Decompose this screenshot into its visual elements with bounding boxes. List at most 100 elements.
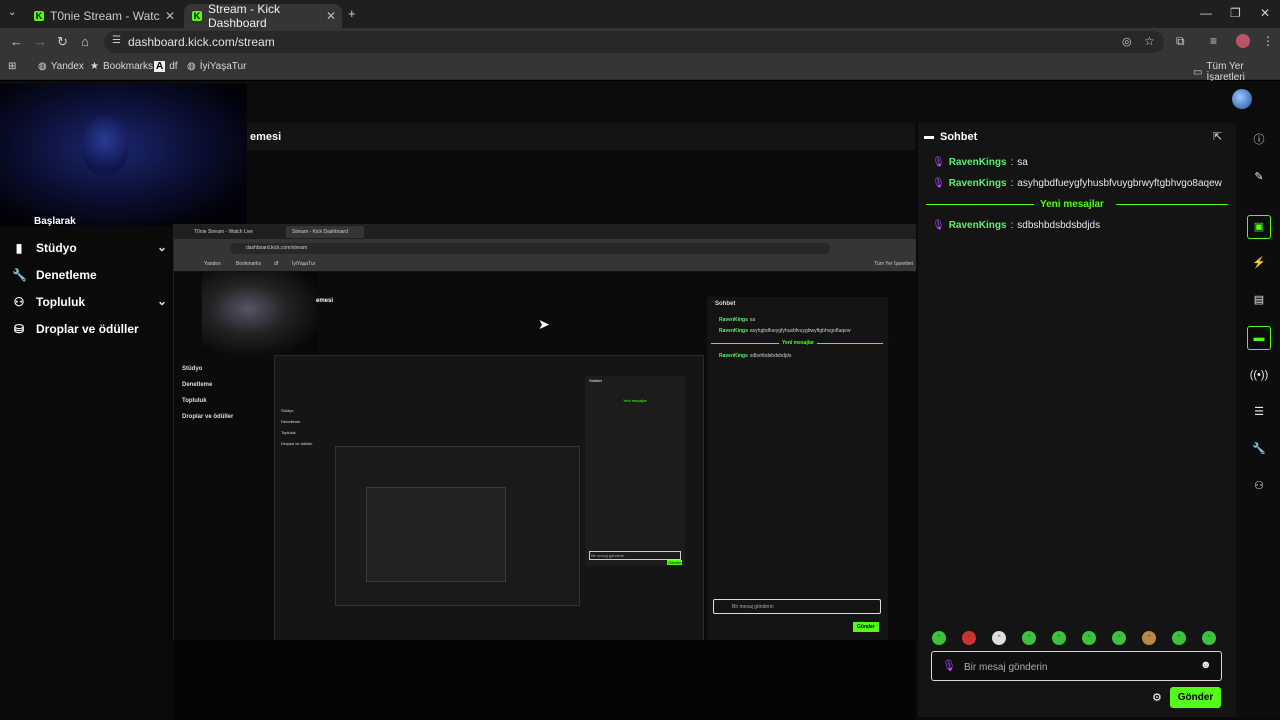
preview-username: RavenKings xyxy=(719,353,748,359)
bookmark-bookmarks[interactable]: ★ Bookmarks xyxy=(90,61,153,72)
profile-avatar[interactable] xyxy=(1236,34,1250,48)
tab-watch-live[interactable]: K T0nie Stream - Watch Live ✕ xyxy=(26,4,181,28)
preview-username: RavenKings xyxy=(719,328,748,334)
back-icon[interactable]: ← xyxy=(10,34,23,49)
kick-favicon-icon: K xyxy=(192,11,202,21)
page-title: emesi xyxy=(250,131,282,143)
chat-toggle-icon[interactable]: ▬ xyxy=(1247,326,1271,350)
preview-address-bar: dashboard.kick.com/stream xyxy=(230,243,830,254)
chevron-down-icon[interactable]: ⌄ xyxy=(157,294,167,308)
kick-favicon-icon: K xyxy=(34,11,44,21)
close-window-icon[interactable]: ✕ xyxy=(1260,6,1270,20)
maximize-icon[interactable]: ❐ xyxy=(1230,6,1241,20)
preview-chat-message: RavenKings sdbshbdsbdsbdjds xyxy=(719,353,791,359)
eye-off-icon[interactable]: ◎ xyxy=(1122,35,1132,48)
all-bookmarks[interactable]: ▭ Tüm Yer İşaretleri xyxy=(1193,61,1280,83)
emoji-icon[interactable]: ☻ xyxy=(1200,659,1212,671)
more-icon[interactable]: ⋮ xyxy=(1262,34,1274,48)
sidebar-item-community[interactable]: ⚇ Topluluk ⌄ xyxy=(12,294,167,309)
users-group-icon[interactable]: ⚇ xyxy=(1247,475,1271,499)
bookmark-iyiyasatur[interactable]: ◍ İyiYaşaTur xyxy=(187,61,246,72)
chat-username[interactable]: RavenKings xyxy=(949,157,1007,168)
bookmark-star-icon[interactable]: ☆ xyxy=(1144,34,1155,48)
close-tab-icon[interactable]: ✕ xyxy=(165,9,175,23)
chat-username[interactable]: RavenKings xyxy=(949,178,1007,189)
emote-icon[interactable]: ᵔ xyxy=(932,631,946,645)
preview-tab-1: T0nie Stream - Watch Live xyxy=(194,229,254,235)
preview-title: emesi xyxy=(316,298,334,304)
preview2-input: Bir mesaj gönderin xyxy=(589,551,681,560)
emote-icon[interactable]: ᵔ xyxy=(1082,631,1096,645)
emote-icon[interactable]: ᵔ xyxy=(1172,631,1186,645)
new-messages-divider: Yeni mesajlar xyxy=(926,199,1228,211)
stream-preview[interactable]: T0nie Stream - Watch Live Stream - Kick … xyxy=(173,224,916,645)
broadcast-icon[interactable]: ((•)) xyxy=(1247,364,1271,388)
menu-list-icon[interactable]: ≡ xyxy=(1210,34,1217,48)
preview-chat-message: RavenKings asyhgbdfueygfyhusbfvuygbwyftgb… xyxy=(719,328,851,334)
chat-message-text: sa xyxy=(1017,157,1028,168)
sidebar-item-drops[interactable]: ⛁ Droplar ve ödüller xyxy=(12,322,139,336)
mic-badge-icon: 🎙 xyxy=(932,220,945,231)
reload-icon[interactable]: ↻ xyxy=(57,34,68,50)
chat-panel: ▬ Sohbet ⇱ 🎙 RavenKings: sa 🎙 RavenKings… xyxy=(918,123,1236,717)
site-info-icon[interactable]: ☰ xyxy=(112,35,121,46)
preview2-chat: Sohbet Yeni mesajlar Bir mesaj gönderin … xyxy=(585,376,685,566)
preview2-divider: Yeni mesajlar xyxy=(623,398,647,403)
chat-settings-gear-icon[interactable]: ⚙ xyxy=(1152,691,1162,704)
chevron-down-icon[interactable]: ⌄ xyxy=(157,240,167,254)
stream-preview-toggle-icon[interactable]: ▣ xyxy=(1247,215,1271,239)
stack-icon[interactable]: ☰ xyxy=(1247,401,1271,425)
chat-header: ▬ Sohbet ⇱ xyxy=(918,123,1236,149)
emote-bar: ᵔ ᵔ ᵔ ᵔ ᵔ ᵔ ᵔ ᵔ ᵔ ᵔ xyxy=(932,631,1216,645)
address-bar[interactable]: ☰ dashboard.kick.com/stream ◎ ☆ xyxy=(104,31,1164,53)
mouse-cursor-icon: ➤ xyxy=(538,316,550,332)
info-icon[interactable]: ⓘ xyxy=(1247,129,1271,153)
preview-recursive-capture: Stüdyo Denetleme Topluluk Droplar ve ödü… xyxy=(274,355,704,645)
preview-toolbar: dashboard.kick.com/stream Yandex Bookmar… xyxy=(174,239,916,271)
chat-bubble-icon: ▬ xyxy=(924,131,934,142)
lightning-icon[interactable]: ⚡ xyxy=(1247,252,1271,276)
emote-icon[interactable]: ᵔ xyxy=(992,631,1006,645)
sidebar-item-moderation[interactable]: 🔧 Denetleme xyxy=(12,268,97,282)
emote-icon[interactable]: ᵔ xyxy=(1142,631,1156,645)
user-avatar[interactable] xyxy=(1232,89,1252,109)
video-icon: ▮ xyxy=(15,241,23,255)
preview-input-placeholder: Bir mesaj gönderin xyxy=(732,604,774,610)
minimize-icon[interactable]: — xyxy=(1200,6,1212,20)
preview-bookmark: Tüm Yer İşaretleri xyxy=(874,261,914,267)
document-icon[interactable]: ▤ xyxy=(1247,289,1271,313)
sidebar-item-studio[interactable]: ▮ Stüdyo ⌄ xyxy=(12,240,167,255)
home-icon[interactable]: ⌂ xyxy=(81,34,89,49)
bookmark-yandex[interactable]: ◍ Yandex xyxy=(38,61,84,72)
new-tab-button[interactable]: + xyxy=(348,6,356,21)
extensions-icon[interactable]: ⧉ xyxy=(1176,34,1185,49)
emote-icon[interactable]: ᵔ xyxy=(1022,631,1036,645)
bookmark-df[interactable]: Adf xyxy=(154,61,178,72)
preview-message-text: asyhgbdfueygfyhusbfvuygbwyftgbhvgo8aqew xyxy=(749,328,851,334)
apps-grid-icon[interactable]: ⊞ xyxy=(8,61,16,72)
tab-label: T0nie Stream - Watch Live xyxy=(50,9,160,23)
send-button[interactable]: Gönder xyxy=(1170,687,1221,708)
forward-icon[interactable]: → xyxy=(34,34,47,49)
preview-chat-message: RavenKings sa xyxy=(719,317,755,323)
close-tab-icon[interactable]: ✕ xyxy=(326,9,336,23)
tab-search-icon[interactable]: ⌄ xyxy=(8,7,16,18)
chat-title: Sohbet xyxy=(940,131,978,143)
url-text: dashboard.kick.com/stream xyxy=(128,35,275,49)
tab-kick-dashboard[interactable]: K Stream - Kick Dashboard ✕ xyxy=(184,2,342,30)
emote-icon[interactable]: ᵔ xyxy=(1112,631,1126,645)
preview-sidebar-item: Droplar ve ödüller xyxy=(182,414,234,420)
mic-icon: 🎙 xyxy=(942,660,956,672)
edit-pencil-icon[interactable]: ✎ xyxy=(1247,166,1271,190)
popout-icon[interactable]: ⇱ xyxy=(1213,130,1222,143)
star-icon: ★ xyxy=(90,61,99,72)
chat-username[interactable]: RavenKings xyxy=(949,220,1007,231)
emote-icon[interactable]: ᵔ xyxy=(1052,631,1066,645)
chat-input[interactable] xyxy=(964,659,1194,675)
emote-icon[interactable]: ᵔ xyxy=(1202,631,1216,645)
preview-send-button: Gönder xyxy=(853,622,879,632)
preview-chat-title: Sohbet xyxy=(715,301,736,307)
wrench-tool-icon[interactable]: 🔧 xyxy=(1247,438,1271,462)
preview2-chat-title: Sohbet xyxy=(589,378,602,383)
emote-icon[interactable]: ᵔ xyxy=(962,631,976,645)
